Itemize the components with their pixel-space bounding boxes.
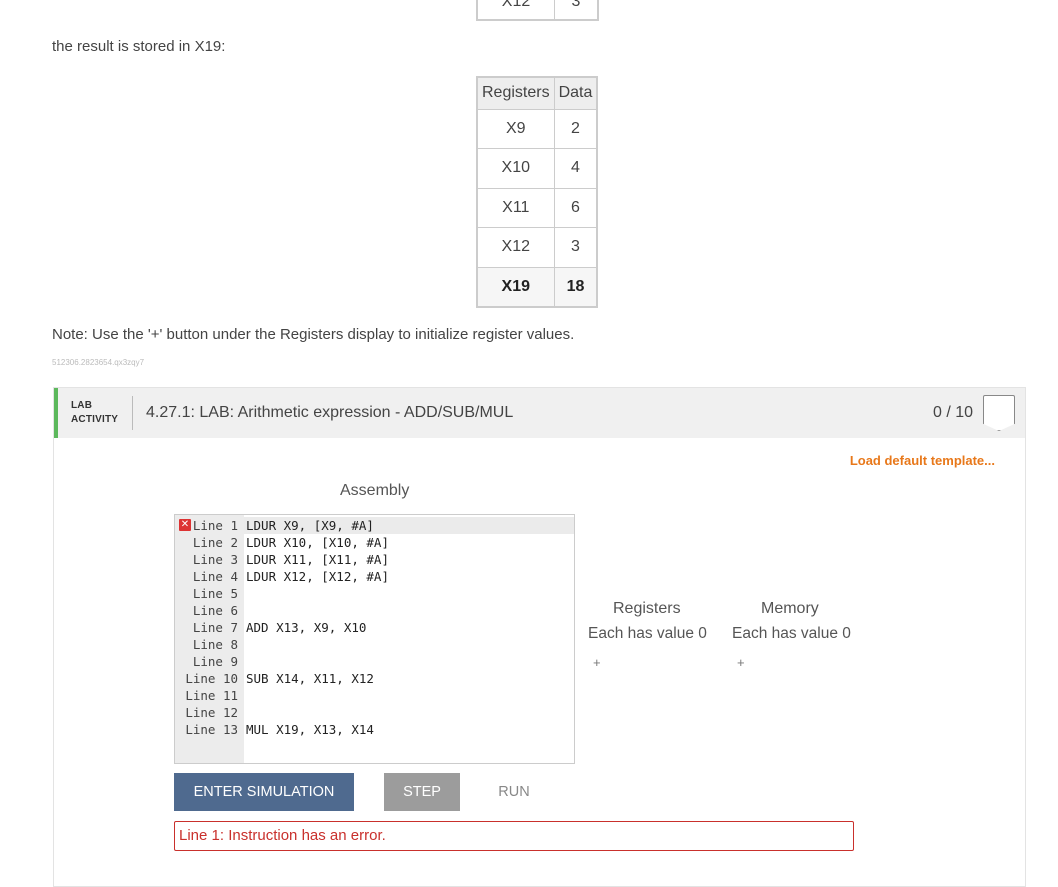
line-number: Line 5 [192, 586, 238, 601]
table-row: X10 4 [476, 148, 598, 189]
table-row: X11 6 [476, 187, 598, 228]
lab-activity-card: LAB ACTIVITY 4.27.1: LAB: Arithmetic exp… [53, 387, 1026, 887]
code-line[interactable] [244, 585, 574, 602]
line-number: Line 6 [192, 603, 238, 618]
assembly-code-editor[interactable]: ✕ Line 1 Line 2 Line 3 Line 4 Line 5 Lin… [174, 514, 575, 764]
code-line[interactable]: ADD X13, X9, X10 [244, 619, 574, 636]
table-row-result: X19 18 [476, 266, 598, 307]
data-cell: 3 [553, 227, 598, 268]
lab-score: 0 / 10 [932, 404, 973, 421]
header-divider [132, 396, 133, 430]
register-cell: X10 [476, 148, 555, 189]
registers-panel-subtitle: Each has value 0 [588, 625, 707, 642]
code-line[interactable] [244, 636, 574, 653]
code-line[interactable] [244, 602, 574, 619]
lab-activity-tag: LAB ACTIVITY [71, 399, 118, 427]
line-number: Line 7 [192, 620, 238, 635]
register-data-table: Registers Data X9 2 X10 4 X11 6 X12 3 X1… [476, 76, 599, 308]
code-area[interactable]: LDUR X9, [X9, #A] LDUR X10, [X10, #A] LD… [244, 515, 574, 763]
lab-tag-line1: LAB [71, 400, 93, 411]
code-line[interactable]: LDUR X12, [X12, #A] [244, 568, 574, 585]
code-line[interactable]: MUL X19, X13, X14 [244, 721, 574, 738]
error-message: Line 1: Instruction has an error. [174, 821, 854, 851]
line-number: Line 10 [185, 671, 238, 686]
table-row: X12 3 [476, 227, 598, 268]
add-memory-button[interactable]: + [737, 655, 745, 670]
enter-simulation-button[interactable]: ENTER SIMULATION [174, 773, 354, 811]
add-register-button[interactable]: + [593, 655, 601, 670]
line-number: Line 8 [192, 637, 238, 652]
code-line[interactable] [244, 687, 574, 704]
code-line[interactable] [244, 704, 574, 721]
column-header-data: Data [553, 76, 598, 110]
data-cell: 2 [553, 108, 598, 149]
data-cell: 6 [553, 187, 598, 228]
line-number: Line 4 [192, 569, 238, 584]
line-number: Line 9 [192, 654, 238, 669]
line-number-gutter: ✕ Line 1 Line 2 Line 3 Line 4 Line 5 Lin… [175, 515, 244, 763]
line-number: Line 12 [185, 705, 238, 720]
lab-tag-line2: ACTIVITY [71, 414, 119, 425]
code-line[interactable]: LDUR X10, [X10, #A] [244, 534, 574, 551]
register-cell: X12 [476, 227, 555, 268]
lab-header: LAB ACTIVITY 4.27.1: LAB: Arithmetic exp… [54, 388, 1025, 438]
prev-table-value-cell: 3 [571, 0, 581, 10]
register-cell: X11 [476, 187, 555, 228]
code-line[interactable]: LDUR X9, [X9, #A] [244, 517, 574, 534]
code-line[interactable]: SUB X14, X11, X12 [244, 670, 574, 687]
table-row: X9 2 [476, 108, 598, 149]
line-number: Line 13 [185, 722, 238, 737]
error-icon: ✕ [179, 519, 191, 531]
code-line[interactable] [244, 653, 574, 670]
note-text: Note: Use the '+' button under the Regis… [52, 326, 575, 343]
load-default-template-link[interactable]: Load default template... [850, 453, 995, 468]
register-cell: X19 [476, 266, 555, 307]
line-number: Line 2 [192, 535, 238, 550]
completion-badge-icon [983, 395, 1015, 431]
registers-panel-title: Registers [613, 600, 681, 617]
data-cell: 18 [553, 266, 598, 307]
prev-table-register-cell: X12 [478, 0, 555, 19]
memory-panel-title: Memory [761, 600, 819, 617]
data-cell: 4 [553, 148, 598, 189]
lab-title: 4.27.1: LAB: Arithmetic expression - ADD… [146, 404, 514, 421]
line-number: Line 3 [192, 552, 238, 567]
memory-panel-subtitle: Each has value 0 [732, 625, 851, 642]
assembly-title: Assembly [340, 482, 410, 499]
run-button[interactable]: RUN [484, 773, 544, 811]
register-cell: X9 [476, 108, 555, 149]
column-header-registers: Registers [476, 76, 555, 110]
activity-id: 512306.2823654.qx3zqy7 [52, 358, 145, 367]
code-line[interactable]: LDUR X11, [X11, #A] [244, 551, 574, 568]
line-number: Line 11 [185, 688, 238, 703]
intro-text: the result is stored in X19: [52, 38, 226, 55]
previous-register-table-fragment: X12 3 [476, 0, 599, 21]
step-button[interactable]: STEP [384, 773, 460, 811]
